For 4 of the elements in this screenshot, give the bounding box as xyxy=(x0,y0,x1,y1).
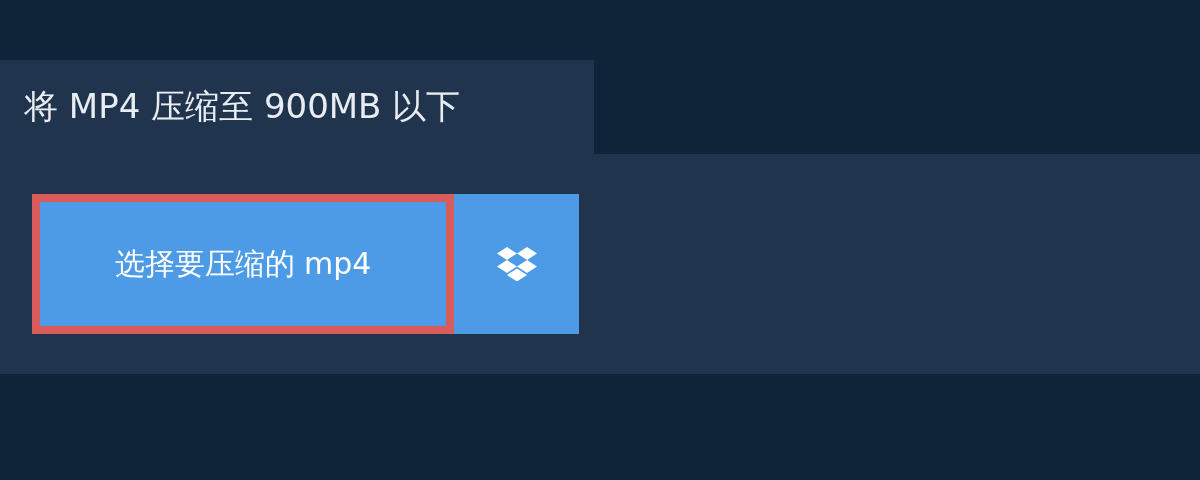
upload-button[interactable]: 选择要压缩的 mp4 xyxy=(32,194,454,334)
page-title: 将 MP4 压缩至 900MB 以下 xyxy=(24,85,461,128)
dropbox-button[interactable] xyxy=(454,194,579,334)
dropbox-icon xyxy=(496,247,537,281)
